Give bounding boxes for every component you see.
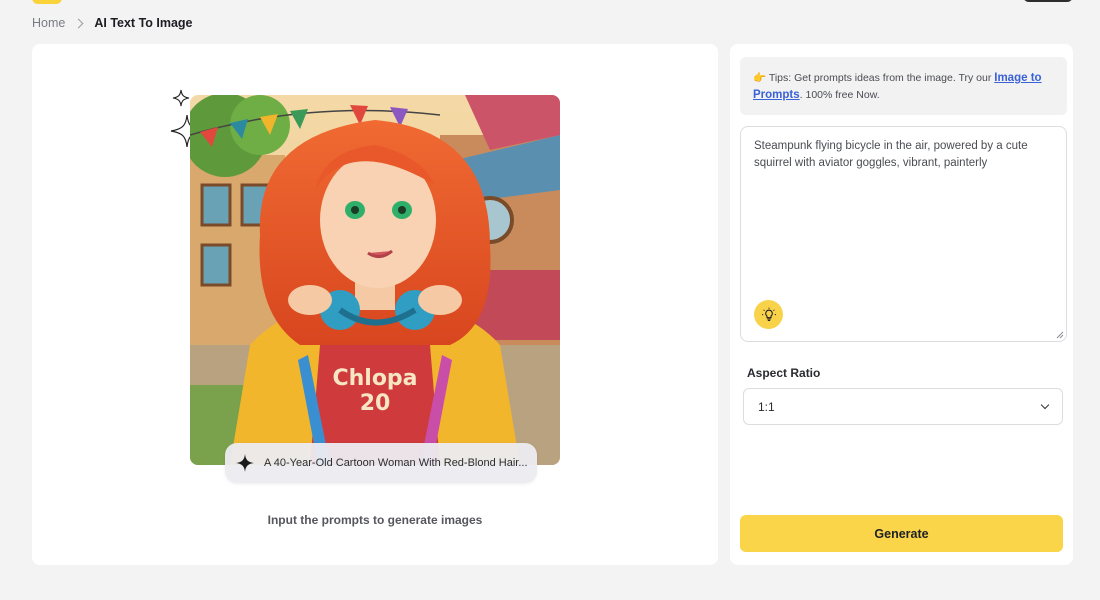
generated-image-preview: Chlopa 20 — [190, 95, 560, 465]
prompt-text[interactable]: Steampunk flying bicycle in the air, pow… — [754, 138, 1053, 171]
tips-text: Tips: Get prompts ideas from the image. … — [768, 72, 992, 84]
generator-panel: 👉 Tips: Get prompts ideas from the image… — [730, 44, 1073, 565]
logo[interactable] — [32, 0, 62, 4]
breadcrumb-current-page: AI Text To Image — [94, 16, 193, 30]
chevron-down-icon — [1040, 400, 1050, 410]
tips-box: 👉 Tips: Get prompts ideas from the image… — [740, 57, 1067, 115]
generate-button[interactable]: Generate — [740, 515, 1063, 552]
breadcrumb-home-link[interactable]: Home — [32, 16, 65, 30]
pointing-hand-icon: 👉 — [753, 72, 767, 84]
preview-panel: Chlopa 20 A 40-Year-Old Cartoon Woman Wi… — [32, 44, 718, 565]
prompt-textarea[interactable]: Steampunk flying bicycle in the air, pow… — [740, 126, 1067, 342]
image-prompt-caption[interactable]: A 40-Year-Old Cartoon Woman With Red-Blo… — [225, 443, 537, 483]
sparkle-icon — [235, 453, 255, 473]
svg-text:20: 20 — [360, 391, 391, 416]
caption-text: A 40-Year-Old Cartoon Woman With Red-Blo… — [264, 457, 528, 469]
aspect-ratio-label: Aspect Ratio — [747, 366, 821, 380]
preview-hint: Input the prompts to generate images — [267, 513, 483, 527]
chevron-right-icon — [73, 18, 84, 28]
lightbulb-icon — [761, 307, 776, 321]
user-menu[interactable] — [1023, 0, 1073, 2]
tips-suffix: . 100% free Now. — [799, 88, 880, 101]
svg-text:Chlopa: Chlopa — [332, 366, 417, 391]
breadcrumb: Home AI Text To Image — [32, 15, 193, 31]
resize-handle-icon[interactable] — [1056, 331, 1064, 339]
aspect-ratio-select[interactable]: 1:1 — [743, 388, 1063, 425]
aspect-ratio-value: 1:1 — [758, 399, 775, 414]
prompt-ideas-button[interactable] — [754, 300, 783, 329]
sparkle-icon — [172, 89, 190, 107]
